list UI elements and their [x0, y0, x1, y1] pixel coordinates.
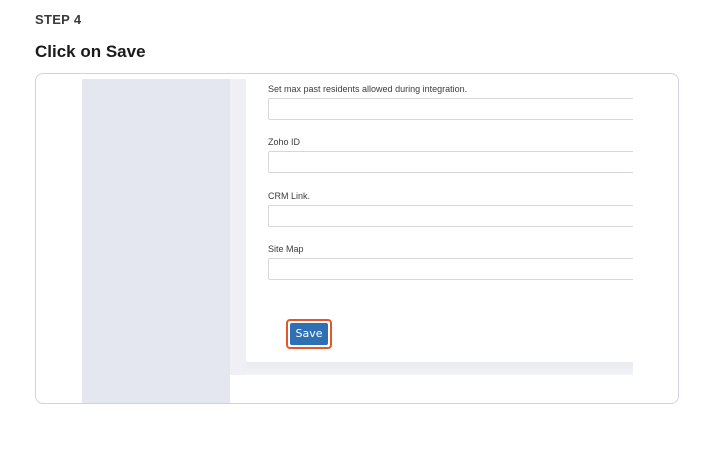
crm-link-label: CRM Link.	[268, 191, 311, 201]
site-map-label: Site Map	[268, 244, 304, 254]
save-highlight: Save	[286, 319, 332, 349]
panel-footer-shadow	[246, 362, 633, 375]
step-title: Click on Save	[35, 42, 146, 61]
zoho-id-label: Zoho ID	[268, 137, 301, 147]
zoho-id-input[interactable]	[268, 151, 633, 173]
max-past-residents-label: Set max past residents allowed during in…	[268, 84, 468, 94]
settings-form: Set max past residents allowed during in…	[246, 79, 633, 362]
site-map-input[interactable]	[268, 258, 633, 280]
step-number: STEP 4	[35, 12, 82, 27]
screenshot-frame: Set max past residents allowed during in…	[35, 73, 679, 404]
max-past-residents-input[interactable]	[268, 98, 633, 120]
crm-link-input[interactable]	[268, 205, 633, 227]
save-button[interactable]: Save	[290, 323, 328, 345]
app-screenshot: Set max past residents allowed during in…	[36, 74, 678, 403]
content-gutter	[230, 79, 246, 375]
sidebar	[82, 79, 230, 403]
